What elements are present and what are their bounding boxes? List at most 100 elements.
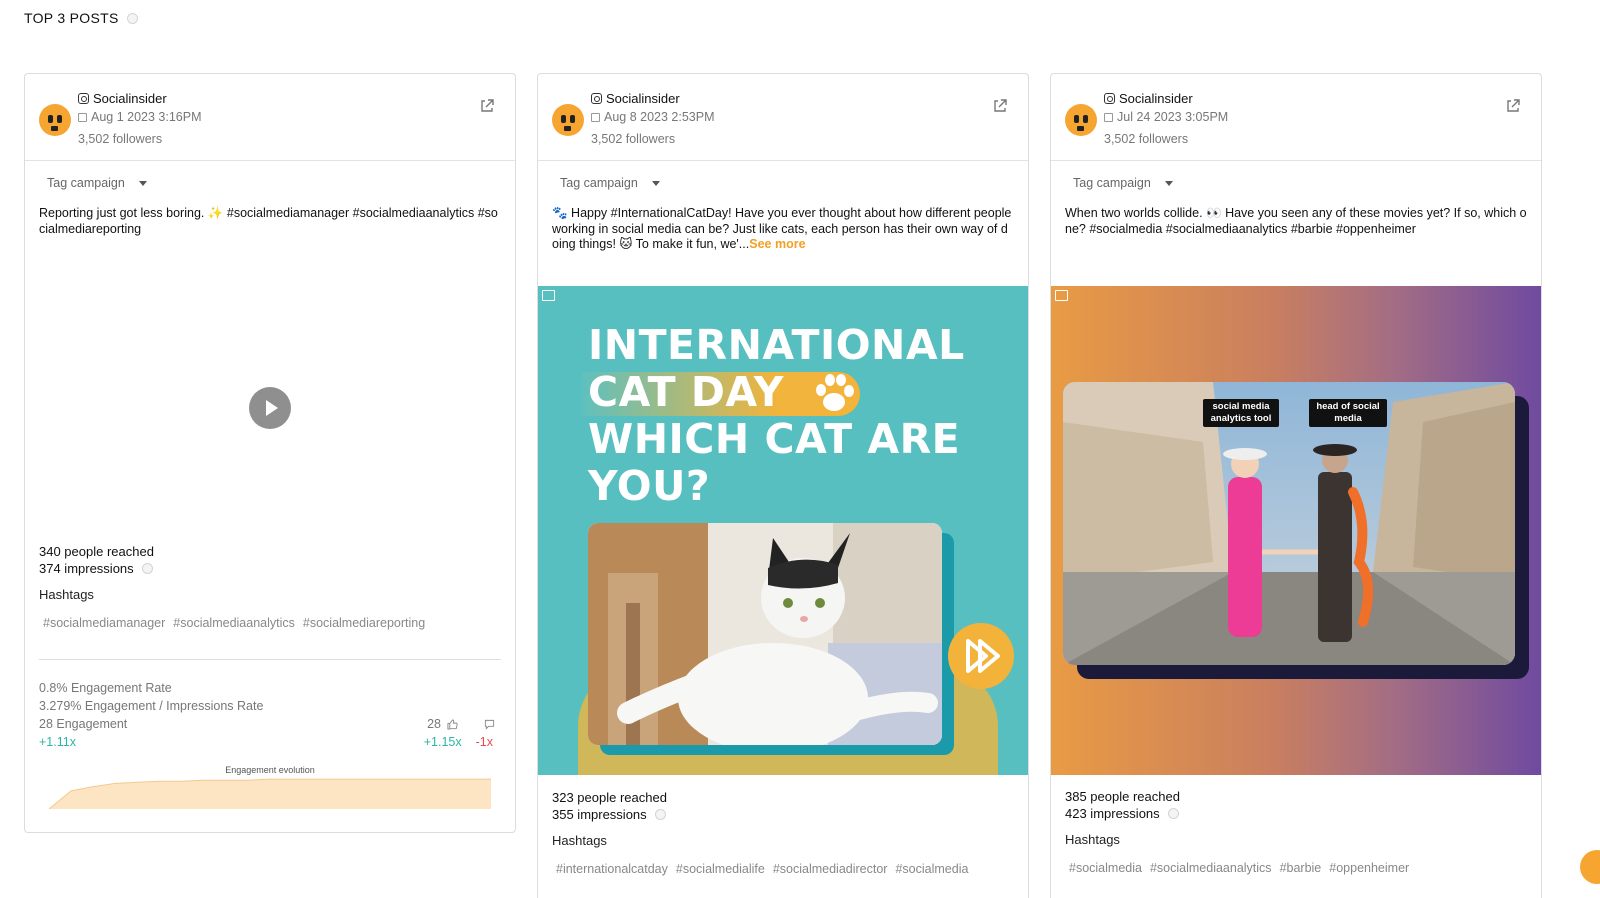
account-name-text: Socialinsider: [606, 91, 680, 106]
post-card-1: Socialinsider Aug 1 2023 3:16PM 3,502 fo…: [24, 73, 516, 833]
reach-stats: 385 people reached 423 impressions: [1065, 788, 1180, 822]
comment-icon: [484, 719, 495, 730]
post-header: Socialinsider Aug 1 2023 3:16PM 3,502 fo…: [25, 74, 515, 161]
tag-campaign-label: Tag campaign: [1073, 176, 1151, 190]
engagement-metrics: 0.8% Engagement Rate 3.279% Engagement /…: [39, 679, 495, 751]
reach-stats: 323 people reached 355 impressions: [552, 789, 667, 823]
hashtag[interactable]: #socialmediaanalytics: [1150, 861, 1272, 875]
tag-campaign-dropdown[interactable]: Tag campaign: [1073, 176, 1173, 190]
hashtags-label: Hashtags: [39, 587, 94, 602]
chart-title: Engagement evolution: [225, 765, 315, 775]
account-name[interactable]: Socialinsider: [78, 91, 167, 106]
chevron-down-icon: [1164, 180, 1173, 186]
hashtag[interactable]: #barbie: [1280, 861, 1322, 875]
divider: [39, 659, 501, 660]
section-title: TOP 3 POSTS: [24, 10, 138, 26]
external-link-icon[interactable]: [479, 98, 495, 114]
avatar: [552, 104, 584, 136]
post-caption: When two worlds collide. 👀 Have you seen…: [1065, 206, 1527, 236]
image-headline-line: WHICH CAT ARE: [588, 415, 961, 463]
impressions: 374 impressions: [39, 561, 134, 576]
section-title-text: TOP 3 POSTS: [24, 10, 119, 26]
hashtag[interactable]: #socialmedialife: [676, 862, 765, 876]
chat-widget-button[interactable]: [1580, 850, 1600, 884]
hashtag[interactable]: #internationalcatday: [556, 862, 668, 876]
instagram-icon: [591, 93, 602, 104]
hashtag[interactable]: #socialmediaanalytics: [173, 616, 295, 630]
hashtag[interactable]: #socialmediadirector: [773, 862, 888, 876]
image-headline-line: INTERNATIONAL: [588, 321, 965, 369]
account-name[interactable]: Socialinsider: [591, 91, 680, 106]
post-card-3: Socialinsider Jul 24 2023 3:05PM 3,502 f…: [1050, 73, 1542, 898]
see-more-link[interactable]: See more: [749, 237, 805, 251]
cat-photo: [588, 523, 942, 745]
instagram-icon: [78, 93, 89, 104]
avatar: [1065, 104, 1097, 136]
thumbs-up-icon: [447, 718, 458, 730]
external-link-icon[interactable]: [992, 98, 1008, 114]
hashtag[interactable]: #socialmediareporting: [303, 616, 425, 630]
engagement-impressions-rate: 3.279% Engagement / Impressions Rate: [39, 699, 264, 713]
post-date: Aug 8 2023 2:53PM: [591, 110, 715, 124]
hashtags-label: Hashtags: [552, 833, 607, 848]
paw-icon: [816, 374, 854, 411]
avatar: [39, 104, 71, 136]
tag-campaign-label: Tag campaign: [47, 176, 125, 190]
hashtag[interactable]: #socialmedia: [1069, 861, 1142, 875]
impressions: 423 impressions: [1065, 806, 1160, 821]
instagram-icon: [1104, 93, 1115, 104]
followers-count: 3,502 followers: [591, 132, 676, 146]
hashtag[interactable]: #oppenheimer: [1329, 861, 1409, 875]
engagement-count: 28 Engagement: [39, 717, 128, 731]
image-headline-line: CAT DAY: [588, 368, 784, 416]
image-headline-line: YOU?: [588, 462, 711, 510]
image-icon: [542, 290, 555, 301]
info-icon[interactable]: [1167, 808, 1179, 819]
post-card-2: Socialinsider Aug 8 2023 2:53PM 3,502 fo…: [537, 73, 1029, 898]
info-icon[interactable]: [126, 12, 138, 24]
image-icon: [1055, 290, 1068, 301]
tag-campaign-label: Tag campaign: [560, 176, 638, 190]
post-image[interactable]: INTERNATIONAL CAT DAY WHICH CAT ARE YOU?: [538, 286, 1028, 775]
impressions: 355 impressions: [552, 807, 647, 822]
engagement-multiplier: +1.11x: [39, 735, 76, 749]
people-reached: 385 people reached: [1065, 789, 1180, 804]
video-player[interactable]: [25, 249, 515, 564]
image-headline: INTERNATIONAL CAT DAY WHICH CAT ARE YOU?: [588, 322, 965, 510]
account-name[interactable]: Socialinsider: [1104, 91, 1193, 106]
image-label: head of social media: [1309, 399, 1387, 427]
tag-campaign-dropdown[interactable]: Tag campaign: [47, 176, 147, 190]
hashtag-list: #internationalcatday #socialmedialife #s…: [556, 862, 968, 876]
tag-campaign-dropdown[interactable]: Tag campaign: [560, 176, 660, 190]
hashtag[interactable]: #socialmedia: [895, 862, 968, 876]
post-caption: Reporting just got less boring. ✨ #socia…: [39, 206, 498, 236]
play-icon[interactable]: [249, 387, 291, 429]
hashtag-list: #socialmediamanager #socialmediaanalytic…: [43, 616, 425, 630]
engagement-evolution-chart: [49, 778, 491, 809]
external-link-icon[interactable]: [1505, 98, 1521, 114]
post-date-text: Aug 8 2023 2:53PM: [604, 110, 715, 124]
hashtags-label: Hashtags: [1065, 832, 1120, 847]
hashtag-list: #socialmedia #socialmediaanalytics #barb…: [1069, 861, 1409, 875]
post-date: Aug 1 2023 3:16PM: [78, 110, 202, 124]
post-date-text: Aug 1 2023 3:16PM: [91, 110, 202, 124]
info-icon[interactable]: [141, 563, 153, 574]
reach-stats: 340 people reached 374 impressions: [39, 543, 154, 577]
info-icon[interactable]: [654, 809, 666, 820]
likes-count: 28: [427, 717, 441, 731]
post-image[interactable]: social media analytics tool head of soci…: [1051, 286, 1541, 775]
people-reached: 323 people reached: [552, 790, 667, 805]
people-reached: 340 people reached: [39, 544, 154, 559]
post-header: Socialinsider Jul 24 2023 3:05PM 3,502 f…: [1051, 74, 1541, 161]
account-name-text: Socialinsider: [93, 91, 167, 106]
engagement-rate: 0.8% Engagement Rate: [39, 681, 172, 695]
chevron-down-icon: [651, 180, 660, 186]
comments-multiplier: -1x: [475, 735, 493, 749]
post-header: Socialinsider Aug 8 2023 2:53PM 3,502 fo…: [538, 74, 1028, 161]
followers-count: 3,502 followers: [1104, 132, 1189, 146]
fast-forward-icon: [948, 623, 1014, 689]
followers-count: 3,502 followers: [78, 132, 163, 146]
calendar-icon: [1104, 112, 1113, 122]
hashtag[interactable]: #socialmediamanager: [43, 616, 165, 630]
likes-multiplier: +1.15x: [423, 735, 462, 749]
